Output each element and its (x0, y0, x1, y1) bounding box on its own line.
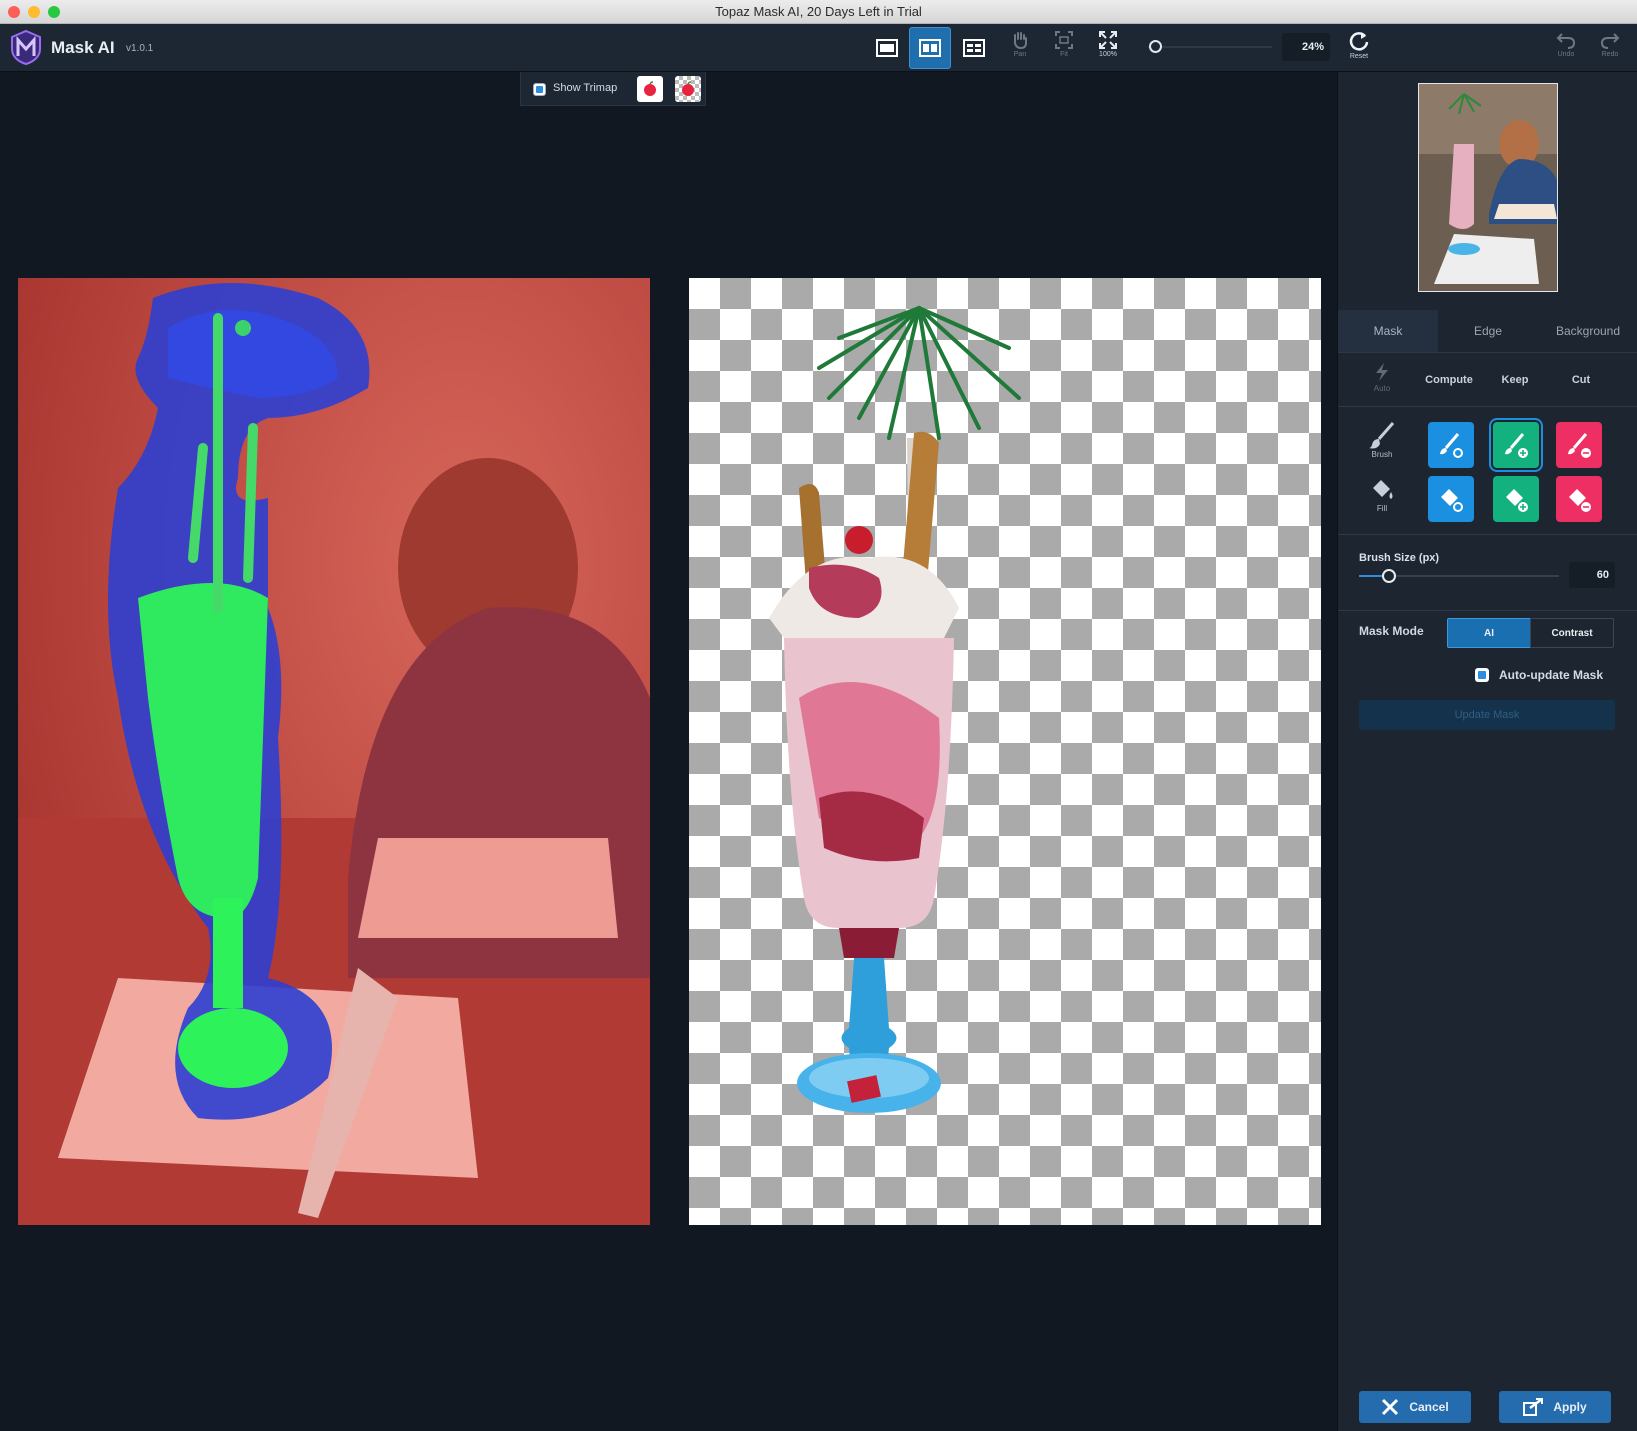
fill-row-label: Fill (1360, 474, 1404, 513)
apple-cutout-icon (682, 81, 694, 96)
fit-icon (1055, 31, 1073, 49)
cut-fill-icon (1569, 489, 1591, 512)
apple-icon (644, 81, 656, 96)
tabs-divider (1338, 352, 1637, 353)
keep-brush-button[interactable] (1493, 422, 1539, 468)
mask-mode-contrast-button[interactable]: Contrast (1530, 618, 1614, 648)
trimap-preview-image[interactable] (18, 278, 650, 1225)
compute-brush-button[interactable] (1428, 422, 1474, 468)
brush-row-label: Brush (1360, 420, 1404, 459)
tab-background[interactable]: Background (1538, 310, 1637, 352)
zoom-slider-track[interactable] (1148, 46, 1272, 48)
keep-fill-button[interactable] (1493, 476, 1539, 522)
mask-mode-ai-button[interactable]: AI (1447, 618, 1531, 648)
tab-edge[interactable]: Edge (1438, 310, 1538, 352)
undo-button[interactable]: Undo (1546, 27, 1586, 69)
expand-icon (1099, 31, 1117, 49)
update-mask-button[interactable]: Update Mask (1359, 700, 1615, 730)
split-view-button[interactable] (953, 27, 995, 69)
split-view-icon (963, 39, 985, 57)
apply-button[interactable]: Apply (1499, 1391, 1611, 1423)
keep-column-label: Keep (1501, 374, 1529, 386)
tab-mask[interactable]: Mask (1338, 310, 1438, 352)
navigator-thumbnail[interactable] (1418, 83, 1558, 292)
close-window-button[interactable] (8, 6, 20, 18)
top-toolbar: Mask AI v1.0.1 Pan Fit 100% 24% Reset Un… (0, 24, 1637, 72)
compute-brush-icon (1440, 433, 1463, 458)
cancel-label: Cancel (1409, 1400, 1449, 1414)
keep-fill-icon (1506, 489, 1528, 512)
cut-fill-button[interactable] (1556, 476, 1602, 522)
app-name: Mask AI (51, 38, 115, 57)
reset-label: Reset (1349, 53, 1369, 60)
mask-ai-logo-icon (11, 29, 41, 65)
transparent-preview-button[interactable] (675, 76, 701, 102)
cut-column-label: Cut (1571, 374, 1591, 386)
single-view-icon (876, 39, 898, 57)
section-divider (1338, 610, 1637, 611)
compute-fill-icon (1441, 489, 1463, 512)
close-icon (1382, 1398, 1399, 1416)
image-canvas[interactable]: Show Trimap (0, 72, 1337, 1431)
redo-label: Redo (1601, 51, 1619, 58)
zoom-100-label: 100% (1099, 51, 1117, 58)
paint-bucket-icon (1373, 480, 1393, 499)
show-trimap-checkbox[interactable] (533, 83, 546, 96)
window-titlebar: Topaz Mask AI, 20 Days Left in Trial (0, 0, 1637, 24)
fill-label: Fill (1376, 504, 1388, 513)
cancel-button[interactable]: Cancel (1359, 1391, 1471, 1423)
minimize-window-button[interactable] (28, 6, 40, 18)
undo-icon (1556, 33, 1576, 49)
section-divider (1338, 534, 1637, 535)
fit-label: Fit (1060, 51, 1068, 58)
redo-icon (1600, 33, 1620, 49)
cut-brush-button[interactable] (1556, 422, 1602, 468)
section-divider (1338, 406, 1637, 407)
auto-update-mask-checkbox[interactable] (1475, 668, 1489, 682)
fit-button[interactable]: Fit (1044, 27, 1084, 69)
right-panel: Mask Edge Background Auto Compute Keep C… (1337, 72, 1637, 1431)
maximize-window-button[interactable] (48, 6, 60, 18)
side-by-side-view-button[interactable] (909, 27, 951, 69)
auto-update-mask-label: Auto-update Mask (1499, 668, 1604, 682)
apply-label: Apply (1553, 1400, 1587, 1414)
auto-compute-button[interactable]: Auto (1360, 362, 1404, 393)
brush-size-label: Brush Size (px) (1359, 552, 1440, 564)
undo-label: Undo (1557, 51, 1575, 58)
side-by-side-view-icon (919, 39, 941, 57)
zoom-slider-handle[interactable] (1149, 40, 1162, 53)
trimap-toolbar: Show Trimap (520, 72, 706, 106)
trimap-overlay-button[interactable] (637, 76, 663, 102)
mask-mode-label: Mask Mode (1359, 624, 1424, 638)
pan-tool-button[interactable]: Pan (1000, 27, 1040, 69)
show-trimap-label: Show Trimap (553, 82, 618, 94)
auto-label: Auto (1373, 384, 1391, 393)
trimap-overlay-graphic (18, 278, 650, 1225)
apply-icon (1523, 1398, 1544, 1416)
brush-size-slider-handle[interactable] (1382, 569, 1396, 583)
zoom-percent-field[interactable]: 24% (1282, 33, 1330, 61)
cutout-overlay-graphic (769, 306, 1021, 1113)
brush-label: Brush (1371, 450, 1393, 459)
redo-button[interactable]: Redo (1590, 27, 1630, 69)
hand-icon (1014, 32, 1027, 50)
single-view-button[interactable] (866, 27, 908, 69)
navigator-thumbnail-graphic (1419, 84, 1557, 291)
compute-fill-button[interactable] (1428, 476, 1474, 522)
reset-button[interactable]: Reset (1339, 27, 1379, 69)
lightning-icon (1376, 363, 1388, 381)
keep-brush-icon (1505, 433, 1528, 458)
app-version: v1.0.1 (126, 43, 154, 54)
pan-label: Pan (1013, 51, 1027, 58)
reset-icon (1349, 32, 1369, 51)
compute-column-label: Compute (1425, 374, 1473, 386)
cut-brush-icon (1568, 433, 1591, 458)
cutout-preview-image[interactable] (689, 278, 1321, 1225)
zoom-100-button[interactable]: 100% (1088, 27, 1128, 69)
window-title: Topaz Mask AI, 20 Days Left in Trial (715, 4, 922, 19)
brush-size-field[interactable]: 60 (1569, 562, 1615, 588)
brush-icon (1369, 422, 1395, 449)
